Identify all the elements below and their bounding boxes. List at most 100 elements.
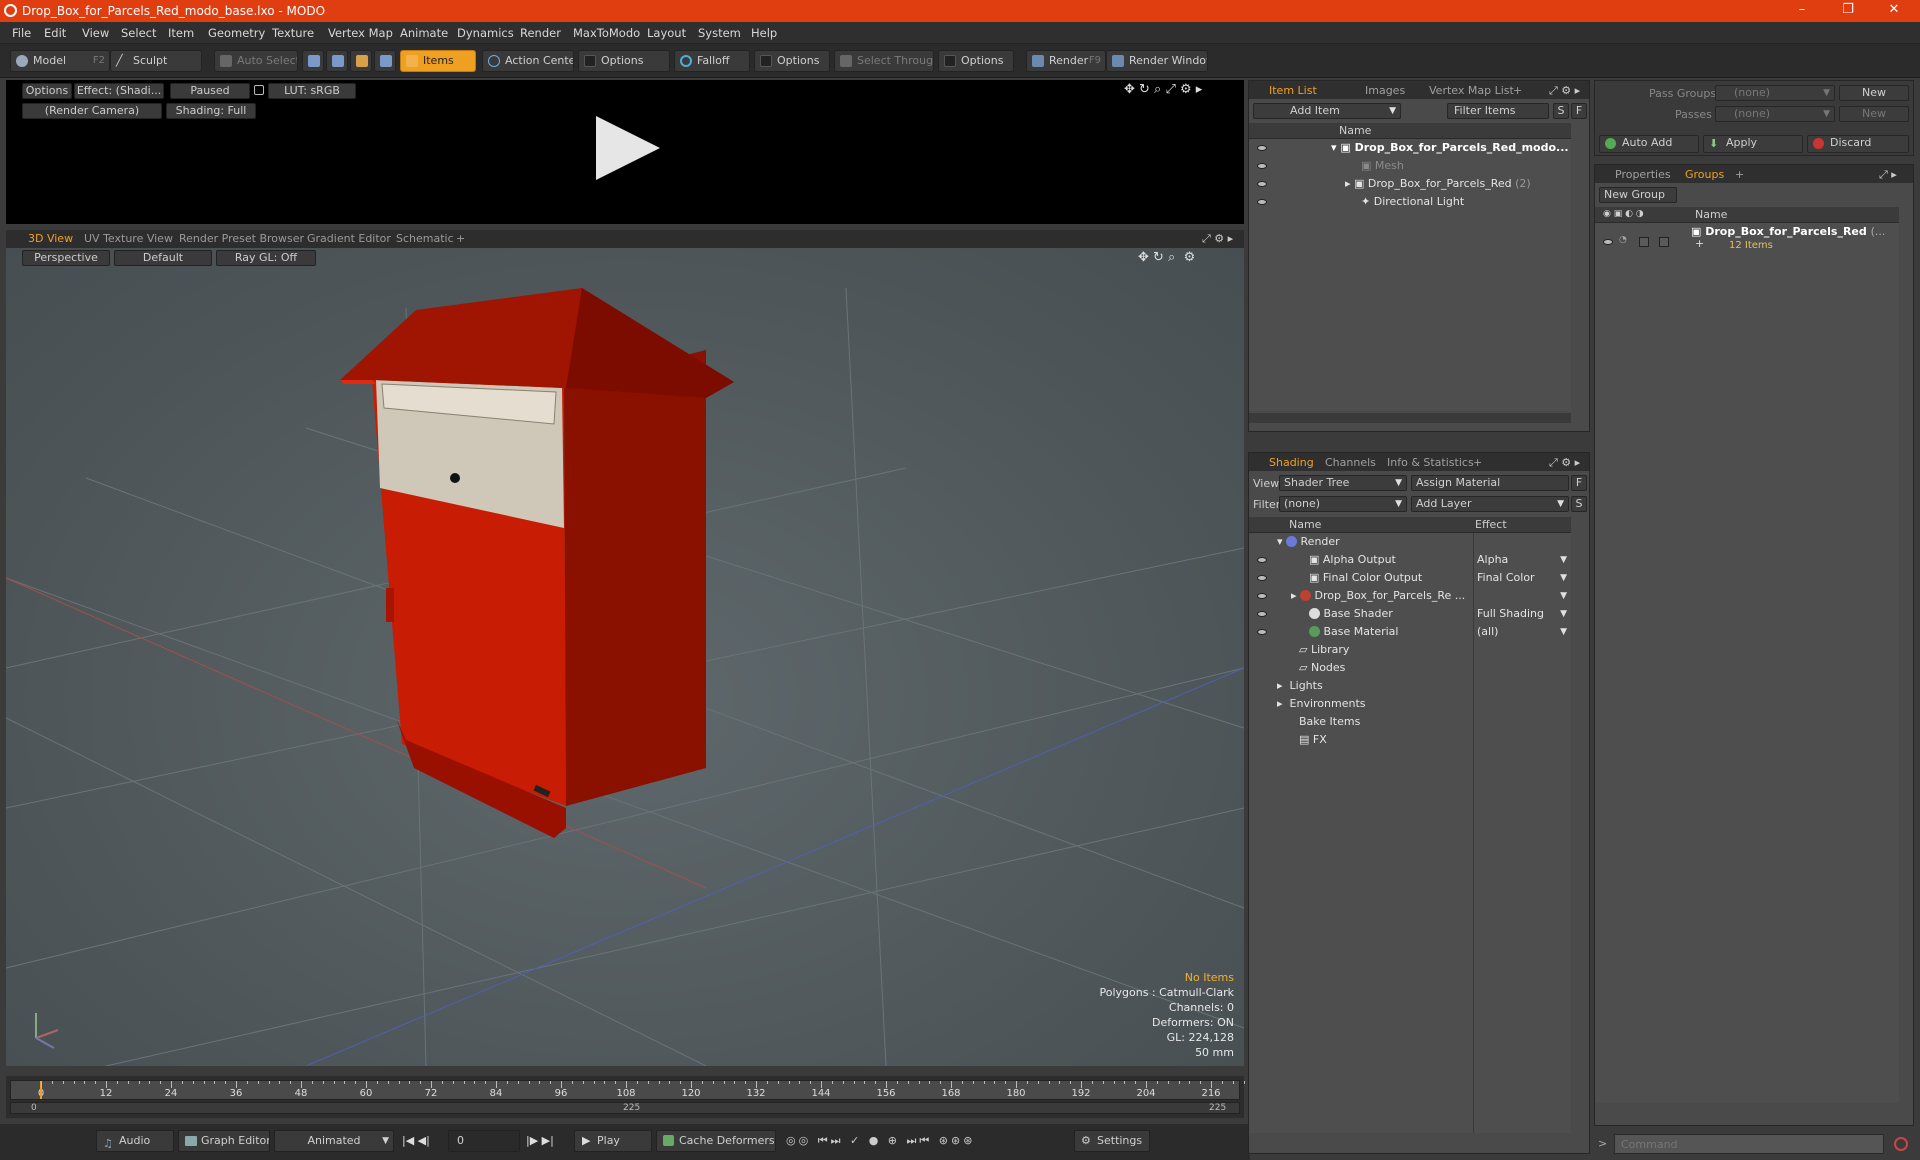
select-toggle-checkbox[interactable] xyxy=(1659,237,1669,247)
tab-3d-view[interactable]: 3D View xyxy=(28,232,73,245)
filter-items-field[interactable]: Filter Items xyxy=(1447,103,1549,119)
animated-dropdown[interactable]: Animated ▼ xyxy=(274,1130,394,1152)
menu-render[interactable]: Render xyxy=(520,26,561,40)
render-preview-viewer[interactable]: Options Effect: (Shadi... Paused LUT: sR… xyxy=(6,80,1244,224)
discard-button[interactable]: Discard xyxy=(1807,135,1909,153)
timeline[interactable]: 0 12 24 36 48 60 72 84 96 108 120 132 14… xyxy=(6,1076,1277,1118)
visibility-eye-icon[interactable] xyxy=(1257,629,1267,635)
name-column-header[interactable]: Name xyxy=(1339,124,1371,137)
visibility-eye-icon[interactable] xyxy=(1257,145,1267,151)
3d-viewport[interactable]: Perspective Default Ray GL: Off ✥ ↻ ⌕ ⚙ xyxy=(6,248,1244,1066)
tab-properties[interactable]: Properties xyxy=(1615,168,1671,181)
base-material-effect[interactable]: (all) ▼ xyxy=(1477,623,1567,641)
drop-box-model[interactable] xyxy=(340,288,734,838)
tab-add[interactable]: + xyxy=(1513,84,1522,97)
shader-row-final-color-output[interactable]: ▣ Final Color Output xyxy=(1309,569,1473,587)
shader-row-lights[interactable]: ▸ Lights xyxy=(1277,677,1467,695)
key-tools-icons[interactable]: ◎◎ ⏮⏭ ✓ ● ⊕ ⏭⏮ ⊛⊛⊛ xyxy=(786,1134,975,1148)
materials-mode-button[interactable] xyxy=(374,50,396,72)
play-button[interactable]: ▶ Play xyxy=(574,1130,652,1152)
tab-channels[interactable]: Channels xyxy=(1325,456,1376,469)
timeline-ruler[interactable]: 0 12 24 36 48 60 72 84 96 108 120 132 14… xyxy=(10,1080,1277,1100)
tab-images[interactable]: Images xyxy=(1365,84,1405,97)
drop-box-effect[interactable]: ▼ xyxy=(1477,587,1567,605)
preview-shading-dropdown[interactable]: Shading: Full xyxy=(166,103,256,119)
tab-add[interactable]: + xyxy=(1735,168,1744,181)
shader-row-fx[interactable]: ▤ FX xyxy=(1299,731,1469,749)
tab-shading[interactable]: Shading xyxy=(1269,456,1314,469)
shader-row-base-material[interactable]: Base Material xyxy=(1309,623,1473,641)
menu-select[interactable]: Select xyxy=(121,26,156,40)
menu-geometry[interactable]: Geometry xyxy=(208,26,265,40)
new-group-button[interactable]: New Group xyxy=(1599,187,1677,203)
tab-gradient-editor[interactable]: Gradient Editor xyxy=(307,232,391,245)
record-icon[interactable] xyxy=(1894,1137,1908,1151)
menu-file[interactable]: File xyxy=(12,26,31,40)
step-forward-icon[interactable]: |▶ ▶| xyxy=(526,1134,554,1147)
tab-item-list[interactable]: Item List xyxy=(1269,84,1317,97)
preview-paused-button[interactable]: Paused xyxy=(170,83,250,99)
add-item-dropdown[interactable]: Add Item ▼ xyxy=(1253,103,1401,119)
tab-info-statistics[interactable]: Info & Statistics xyxy=(1387,456,1474,469)
auto-add-button[interactable]: Auto Add xyxy=(1599,135,1699,153)
tab-add[interactable]: + xyxy=(456,232,465,245)
play-icon[interactable] xyxy=(596,116,660,180)
lock-icon[interactable] xyxy=(254,85,264,95)
render-toggle-icon[interactable]: ◔ xyxy=(1619,235,1629,247)
assign-material-button[interactable]: Assign Material xyxy=(1411,475,1569,491)
menu-animate[interactable]: Animate xyxy=(400,26,448,40)
shader-row-drop-box-material[interactable]: ▸ Drop_Box_for_Parcels_Re ... xyxy=(1291,587,1473,605)
menu-item[interactable]: Item xyxy=(168,26,194,40)
add-layer-dropdown[interactable]: Add Layer ▼ xyxy=(1411,496,1569,512)
action-center-options-button[interactable]: Options xyxy=(578,50,670,72)
edges-mode-button[interactable] xyxy=(326,50,348,72)
apply-button[interactable]: ⬇ Apply xyxy=(1703,135,1803,153)
settings-button[interactable]: ⚙ Settings xyxy=(1074,1130,1150,1152)
action-center-button[interactable]: Action Center xyxy=(482,50,574,72)
visibility-eye-icon[interactable] xyxy=(1257,611,1267,617)
jump-start-icon[interactable]: |◀ ◀| xyxy=(402,1134,430,1147)
render-window-button[interactable]: Render Window xyxy=(1106,50,1208,72)
shading-f-button[interactable]: F xyxy=(1571,475,1587,491)
tab-vertex-map-list[interactable]: Vertex Map List xyxy=(1429,84,1514,97)
preview-options-button[interactable]: Options xyxy=(22,83,72,99)
tab-uv-texture-view[interactable]: UV Texture View xyxy=(84,232,173,245)
preview-camera-dropdown[interactable]: (Render Camera) xyxy=(22,103,162,119)
visibility-eye-icon[interactable] xyxy=(1257,575,1267,581)
audio-button[interactable]: ♫ Audio xyxy=(96,1130,174,1152)
visibility-eye-icon[interactable] xyxy=(1257,181,1267,187)
sculpt-mode-button[interactable]: ╱ Sculpt xyxy=(110,50,202,72)
panel-icons[interactable]: ⤢ ⚙ ▸ xyxy=(1549,456,1580,470)
pass-groups-dropdown[interactable]: (none) ▼ xyxy=(1715,85,1835,101)
falloff-button[interactable]: Falloff xyxy=(674,50,750,72)
menu-vertex-map[interactable]: Vertex Map xyxy=(328,26,393,40)
mesh-row[interactable]: ▣ Mesh xyxy=(1361,157,1561,175)
tab-groups[interactable]: Groups xyxy=(1685,168,1724,181)
name-column-header[interactable]: Name xyxy=(1695,207,1727,222)
model-mode-button[interactable]: Model F2 xyxy=(10,50,110,72)
scene-root-row[interactable]: ▾ ▣ Drop_Box_for_Parcels_Red_modo... xyxy=(1331,139,1571,157)
auto-select-button[interactable]: Auto Select xyxy=(214,50,298,72)
visibility-eye-icon[interactable] xyxy=(1257,199,1267,205)
menu-texture[interactable]: Texture xyxy=(272,26,314,40)
minimize-button[interactable]: – xyxy=(1788,2,1816,17)
drop-box-group-row[interactable]: ▸ ▣ Drop_Box_for_Parcels_Red (2) xyxy=(1345,175,1565,193)
alpha-output-effect[interactable]: Alpha ▼ xyxy=(1477,551,1567,569)
timeline-range-bar[interactable]: 0 225 225 xyxy=(10,1102,1240,1114)
falloff-options-button[interactable]: Options xyxy=(754,50,830,72)
item-list-scrollbar[interactable] xyxy=(1249,413,1571,423)
menu-view[interactable]: View xyxy=(82,26,109,40)
directional-light-row[interactable]: ✦ Directional Light xyxy=(1361,193,1561,211)
shader-row-alpha-output[interactable]: ▣ Alpha Output xyxy=(1309,551,1473,569)
effect-column-header[interactable]: Effect xyxy=(1475,517,1507,532)
visibility-eye-icon[interactable] xyxy=(1257,593,1267,599)
shader-row-base-shader[interactable]: Base Shader xyxy=(1309,605,1473,623)
menu-layout[interactable]: Layout xyxy=(647,26,686,40)
close-button[interactable]: ✕ xyxy=(1880,2,1908,17)
lock-toggle-checkbox[interactable] xyxy=(1639,237,1649,247)
graph-editor-button[interactable]: Graph Editor xyxy=(178,1130,270,1152)
menu-help[interactable]: Help xyxy=(751,26,777,40)
shader-row-environments[interactable]: ▸ Environments xyxy=(1277,695,1467,713)
current-frame-field[interactable]: 0 xyxy=(448,1130,520,1152)
preview-lut-dropdown[interactable]: LUT: sRGB xyxy=(268,83,356,99)
